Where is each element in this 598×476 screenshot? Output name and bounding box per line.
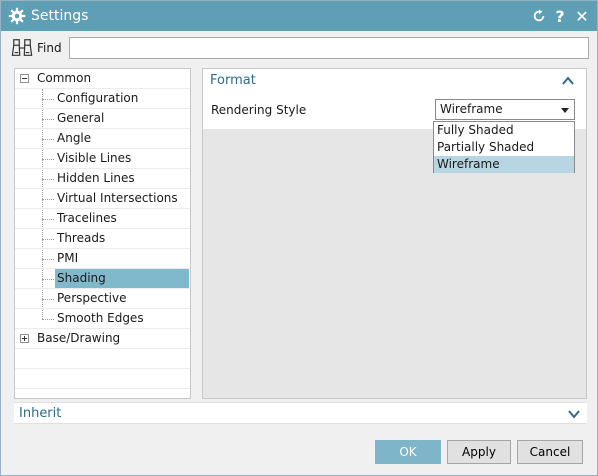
find-label: Find — [37, 41, 62, 55]
tree-item-label: Perspective — [57, 291, 127, 305]
tree-item-virtual-intersections[interactable]: Virtual Intersections — [15, 189, 190, 209]
tree-item-label: Angle — [57, 131, 92, 145]
format-panel: Format Rendering Style Wireframe — [202, 68, 587, 399]
tree-item-visible-lines[interactable]: Visible Lines — [15, 149, 190, 169]
rendering-style-select[interactable]: Wireframe — [435, 99, 575, 120]
format-section-title: Format — [210, 73, 256, 88]
tree-item-perspective[interactable]: Perspective — [15, 289, 190, 309]
rendering-style-label: Rendering Style — [211, 103, 307, 117]
help-button[interactable]: ? — [550, 6, 570, 26]
tree-item-label: Configuration — [57, 91, 139, 105]
tree-item-label: Common — [37, 71, 92, 85]
help-icon: ? — [555, 6, 565, 26]
rendering-style-dropdown: Fully Shaded Partially Shaded Wireframe — [433, 121, 575, 173]
close-icon: ✕ — [575, 6, 589, 26]
reset-icon — [533, 9, 545, 22]
tree-item-label: General — [57, 111, 105, 125]
apply-button[interactable]: Apply — [447, 440, 511, 464]
tree-item-pmi[interactable]: PMI — [15, 249, 190, 269]
gear-icon — [8, 7, 26, 25]
tree-item-label: Tracelines — [57, 211, 117, 225]
ok-button[interactable]: OK — [375, 440, 441, 464]
tree-item-smooth-edges[interactable]: Smooth Edges — [15, 309, 190, 329]
option-partially-shaded[interactable]: Partially Shaded — [434, 139, 574, 156]
format-section: Format Rendering Style Wireframe — [203, 69, 586, 129]
tree-item-tracelines[interactable]: Tracelines — [15, 209, 190, 229]
find-input[interactable] — [69, 37, 589, 59]
close-button[interactable]: ✕ — [572, 6, 592, 26]
chevron-up-icon[interactable] — [560, 73, 576, 89]
rendering-style-value: Wireframe — [440, 102, 503, 116]
tree-item-label: Shading — [57, 271, 106, 285]
settings-window: Settings ? ✕ Find Common Configuration G… — [0, 0, 598, 476]
title-bar: Settings ? ✕ — [1, 1, 597, 31]
option-wireframe[interactable]: Wireframe — [434, 156, 574, 173]
binoculars-icon — [11, 39, 33, 56]
tree-item-general[interactable]: General — [15, 109, 190, 129]
find-button[interactable]: Find — [11, 35, 67, 61]
tree-item-label: Hidden Lines — [57, 171, 135, 185]
settings-tree: Common Configuration General Angle Visib… — [14, 68, 191, 399]
tree-item-configuration[interactable]: Configuration — [15, 89, 190, 109]
tree-item-hidden-lines[interactable]: Hidden Lines — [15, 169, 190, 189]
window-title: Settings — [31, 8, 89, 24]
find-row: Find — [11, 35, 591, 61]
inherit-section[interactable]: Inherit — [14, 402, 587, 424]
tree-item-label: PMI — [57, 251, 79, 265]
tree-item-label: Visible Lines — [57, 151, 132, 165]
tree-item-base-drawing[interactable]: Base/Drawing — [15, 329, 190, 349]
tree-item-threads[interactable]: Threads — [15, 229, 190, 249]
option-fully-shaded[interactable]: Fully Shaded — [434, 122, 574, 139]
tree-item-label: Base/Drawing — [37, 331, 121, 345]
inherit-section-title: Inherit — [19, 406, 62, 421]
expand-expander[interactable] — [20, 334, 29, 343]
tree-item-label: Threads — [57, 231, 106, 245]
tree-item-shading[interactable]: Shading — [15, 269, 190, 289]
chevron-down-icon — [561, 108, 569, 113]
collapse-expander[interactable] — [20, 74, 29, 83]
tree-item-angle[interactable]: Angle — [15, 129, 190, 149]
tree-empty-row — [15, 349, 190, 369]
reset-button[interactable] — [529, 6, 549, 26]
tree-item-common[interactable]: Common — [15, 69, 190, 89]
chevron-down-icon[interactable] — [566, 406, 582, 422]
tree-empty-row — [15, 369, 190, 389]
tree-item-label: Virtual Intersections — [57, 191, 178, 205]
tree-item-label: Smooth Edges — [57, 311, 144, 325]
cancel-button[interactable]: Cancel — [517, 440, 583, 464]
